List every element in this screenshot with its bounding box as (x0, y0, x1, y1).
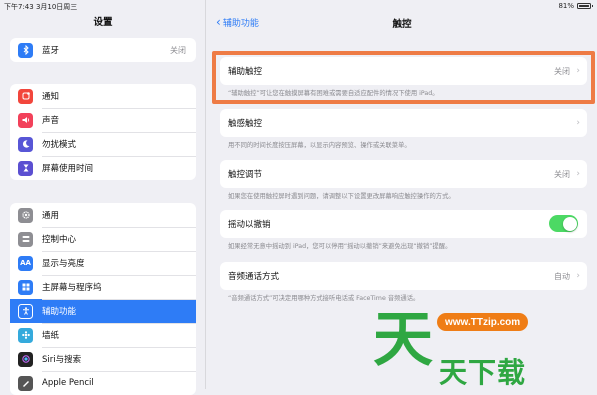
sidebar-item-siri[interactable]: Siri与搜索 (10, 347, 196, 371)
bluetooth-icon (18, 42, 33, 58)
chevron-right-icon: › (576, 118, 580, 128)
shake-to-undo-row: 摇动以撤销 (220, 210, 587, 238)
wallpaper-icon (18, 327, 33, 343)
cell-label: 触感触控 (228, 119, 263, 129)
sidebar-title: 设置 (93, 17, 113, 28)
status-bar: 下午7:43 3月10日周三 81% (0, 0, 597, 12)
cell-label: 触控调节 (228, 170, 263, 180)
haptic-touch-footnote: 用不同的时间长度按压屏幕，以显示内容预览、操作或关联菜单。 (228, 142, 411, 149)
battery-icon (577, 3, 593, 9)
watermark-text: 天下载 (439, 356, 527, 389)
sidebar-item-label: 显示与亮度 (42, 259, 85, 269)
page-title: 触控 (392, 19, 412, 30)
sidebar-item-label: 声音 (42, 116, 60, 126)
chevron-right-icon: › (576, 271, 580, 281)
battery-indicator: 81% (558, 2, 593, 10)
home-screen-icon (18, 279, 33, 295)
sidebar-item-notifications[interactable]: 通知 (10, 84, 196, 108)
sidebar-group-general: 通用 控制中心 AA 显示与亮度 主屏幕与程序坞 辅助功能 墙纸 Siri与搜索… (10, 203, 196, 395)
watermark-logo: 天 (373, 305, 433, 375)
chevron-right-icon: › (576, 169, 580, 179)
sidebar-item-label: 辅助功能 (42, 307, 77, 317)
call-audio-routing-row[interactable]: 音频通话方式 自动 › (220, 262, 587, 290)
control-center-icon (18, 231, 33, 247)
siri-icon (18, 351, 33, 367)
shake-to-undo-toggle[interactable] (549, 215, 578, 232)
cell-value: 关闭 (554, 169, 570, 179)
sidebar-item-sounds[interactable]: 声音 (10, 108, 196, 132)
sidebar-item-do-not-disturb[interactable]: 勿扰模式 (10, 132, 196, 156)
sidebar-item-label: Apple Pencil (42, 378, 94, 388)
sidebar-item-label: 控制中心 (42, 235, 77, 245)
sidebar-item-label: Siri与搜索 (42, 355, 82, 365)
display-icon: AA (18, 255, 33, 271)
sidebar-item-control-center[interactable]: 控制中心 (10, 227, 196, 251)
settings-sidebar: 设置 蓝牙 关闭 通知 声音 勿扰模式 屏幕使用时间 通用 控制中心 AA 显示… (0, 0, 206, 395)
cell-value: 自动 (554, 271, 570, 281)
sidebar-item-label: 屏幕使用时间 (42, 164, 94, 174)
moon-icon (18, 136, 33, 152)
pencil-icon (18, 375, 33, 391)
watermark-url: www.TTzip.com (437, 313, 529, 331)
sidebar-item-apple-pencil[interactable]: Apple Pencil (10, 371, 196, 395)
sidebar-item-accessibility[interactable]: 辅助功能 (10, 299, 196, 323)
sidebar-item-label: 通用 (42, 211, 60, 221)
sidebar-group-notifications: 通知 声音 勿扰模式 屏幕使用时间 (10, 84, 196, 180)
status-time: 下午7:43 3月10日周三 (4, 3, 78, 11)
gear-icon (18, 207, 33, 223)
sidebar-item-label: 通知 (42, 92, 60, 102)
haptic-touch-row[interactable]: 触感触控 › (220, 109, 587, 137)
watermark: 天 www.TTzip.com 天下载 (373, 299, 593, 389)
sidebar-item-label: 主屏幕与程序坞 (42, 283, 102, 293)
sidebar-item-general[interactable]: 通用 (10, 203, 196, 227)
sidebar-item-label: 勿扰模式 (42, 140, 77, 150)
sidebar-item-label: 墙纸 (42, 331, 60, 341)
sidebar-item-display[interactable]: AA 显示与亮度 (10, 251, 196, 275)
touch-accommodations-row[interactable]: 触控调节 关闭 › (220, 160, 587, 188)
speaker-icon (18, 112, 33, 128)
shake-to-undo-footnote: 如果经常无意中摇动到 iPad，您可以停用“摇动以撤销”来避免出现“撤销”提醒。 (228, 243, 452, 250)
highlight-box (212, 51, 595, 104)
sidebar-group-connectivity: 蓝牙 关闭 (10, 38, 196, 62)
accessibility-icon (18, 303, 33, 319)
cell-label: 摇动以撤销 (228, 220, 271, 230)
sidebar-item-label: 蓝牙 (42, 46, 60, 56)
sidebar-item-home-screen[interactable]: 主屏幕与程序坞 (10, 275, 196, 299)
cell-label: 音频通话方式 (228, 272, 280, 282)
sidebar-item-bluetooth[interactable]: 蓝牙 关闭 (10, 38, 196, 62)
hourglass-icon (18, 160, 33, 176)
battery-percent: 81% (558, 2, 574, 10)
notification-icon (18, 88, 33, 104)
sidebar-item-screen-time[interactable]: 屏幕使用时间 (10, 156, 196, 180)
sidebar-item-value: 关闭 (170, 45, 186, 55)
touch-accommodations-footnote: 如果您在使用触控屏时遇到问题，请调整以下设置更改屏幕响应触控操作的方式。 (228, 193, 455, 200)
sidebar-item-wallpaper[interactable]: 墙纸 (10, 323, 196, 347)
